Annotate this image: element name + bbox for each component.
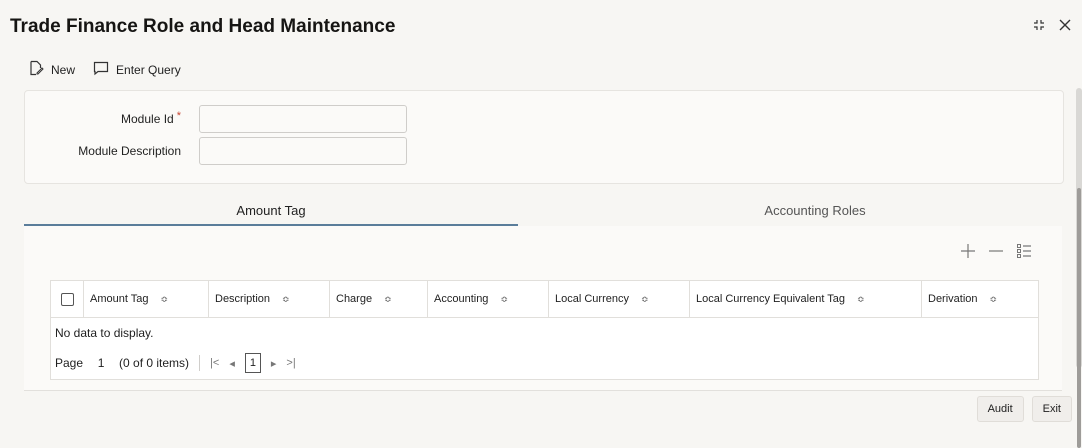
sort-icon: ≎: [384, 293, 392, 304]
sort-icon: ≎: [282, 293, 290, 304]
enter-query-label: Enter Query: [116, 62, 181, 77]
select-all-cell: [51, 281, 83, 317]
column-header-label: Amount Tag: [90, 293, 149, 305]
column-header-local-currency[interactable]: Local Currency ≎: [548, 281, 689, 317]
page-title: Trade Finance Role and Head Maintenance: [10, 16, 396, 37]
module-description-row: Module Description: [25, 137, 407, 165]
pagination: Page 1 (0 of 0 items) |< ◂ 1 ▸ >|: [55, 353, 296, 373]
sort-icon: ≎: [160, 293, 169, 304]
module-description-input[interactable]: [199, 137, 407, 165]
expand-icon[interactable]: [1032, 18, 1046, 32]
audit-button[interactable]: Audit: [976, 396, 1024, 422]
item-count: (0 of 0 items): [119, 356, 190, 370]
new-button[interactable]: New: [28, 60, 75, 79]
new-button-label: New: [51, 62, 76, 77]
tab-bar: Amount Tag Accounting Roles: [24, 196, 1062, 226]
query-icon: [93, 60, 109, 79]
pager-divider: [199, 355, 201, 371]
module-form-panel: Module Id * Module Description: [24, 90, 1064, 184]
tab-accounting-roles[interactable]: Accounting Roles: [568, 196, 1062, 224]
close-icon[interactable]: [1058, 18, 1072, 32]
delete-row-icon[interactable]: [988, 243, 1004, 259]
column-header-label: Charge: [336, 293, 373, 305]
tab-accounting-roles-label: Accounting Roles: [764, 202, 866, 218]
column-header-amount-tag[interactable]: Amount Tag ≎: [83, 281, 208, 317]
required-marker: *: [176, 110, 181, 122]
module-id-row: Module Id *: [25, 105, 407, 133]
vertical-scrollbar[interactable]: [1076, 88, 1082, 448]
column-header-label: Description: [215, 293, 271, 305]
single-record-view-icon[interactable]: [1016, 243, 1032, 259]
column-header-derivation[interactable]: Derivation ≎: [921, 281, 1038, 317]
no-data-message: No data to display.: [55, 326, 154, 340]
tab-amount-tag-label: Amount Tag: [236, 202, 306, 218]
exit-button[interactable]: Exit: [1031, 396, 1072, 422]
scrollbar-thumb[interactable]: [1077, 188, 1081, 448]
column-header-local-currency-equivalent-tag[interactable]: Local Currency Equivalent Tag ≎: [689, 281, 921, 317]
next-page-button[interactable]: ▸: [271, 357, 277, 370]
module-id-label: Module Id: [121, 112, 174, 126]
sort-icon: ≎: [989, 293, 998, 304]
first-page-button[interactable]: |<: [210, 357, 219, 369]
module-description-label: Module Description: [78, 144, 181, 158]
new-document-icon: [28, 60, 44, 79]
sort-icon: ≎: [857, 293, 865, 304]
column-header-charge[interactable]: Charge ≎: [329, 281, 427, 317]
tab-amount-tag[interactable]: Amount Tag: [24, 196, 518, 226]
previous-page-button[interactable]: ◂: [229, 357, 235, 370]
amount-tag-panel: Amount Tag ≎ Description ≎ Charge ≎ Account…: [24, 226, 1062, 391]
window-controls: [1032, 18, 1072, 32]
add-row-icon[interactable]: [960, 243, 976, 259]
column-header-label: Derivation: [928, 293, 978, 305]
column-header-label: Local Currency: [555, 293, 629, 305]
module-id-input[interactable]: [199, 105, 407, 133]
toolbar: New Enter Query: [28, 60, 181, 79]
column-header-label: Accounting: [434, 293, 489, 305]
sort-icon: ≎: [500, 293, 508, 304]
current-page-button[interactable]: 1: [244, 353, 261, 373]
last-page-button[interactable]: >|: [286, 357, 295, 369]
table-header: Amount Tag ≎ Description ≎ Charge ≎ Account…: [51, 281, 1038, 318]
page-number-input[interactable]: 1: [93, 356, 109, 370]
table-controls: [960, 243, 1032, 259]
select-all-checkbox[interactable]: [61, 293, 74, 306]
page-label: Page: [55, 356, 84, 370]
footer-actions: Audit Exit: [976, 396, 1072, 422]
column-header-label: Local Currency Equivalent Tag: [696, 293, 845, 305]
sort-icon: ≎: [640, 293, 649, 304]
column-header-description[interactable]: Description ≎: [208, 281, 329, 317]
enter-query-button[interactable]: Enter Query: [93, 60, 181, 79]
column-header-accounting[interactable]: Accounting ≎: [427, 281, 548, 317]
amount-tag-table: Amount Tag ≎ Description ≎ Charge ≎ Account…: [50, 280, 1039, 380]
